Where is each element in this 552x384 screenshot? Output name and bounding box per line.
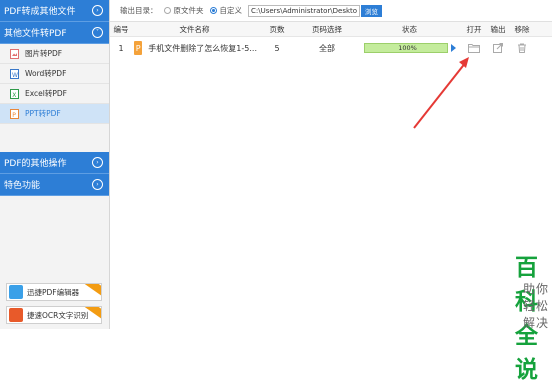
- promo-ocr[interactable]: 捷速OCR文字识别: [6, 306, 102, 324]
- excel-file-icon: X: [10, 88, 19, 99]
- chevron-right-icon: ›: [92, 157, 103, 168]
- radio-custom-label: 自定义: [219, 6, 243, 15]
- sidebar-item-excel-to-pdf[interactable]: X Excel转PDF: [0, 84, 109, 104]
- section-other-to-pdf[interactable]: 其他文件转PDF ˅: [0, 22, 109, 44]
- output-path-input[interactable]: [248, 4, 360, 17]
- sidebar-item-label: PPT转PDF: [25, 109, 61, 118]
- chevron-right-icon: ›: [92, 5, 103, 16]
- ppt-file-icon: P: [10, 108, 19, 119]
- word-file-icon: W: [10, 68, 19, 79]
- corner-badge-icon: [84, 284, 101, 297]
- section-label: PDF的其他操作: [4, 159, 67, 169]
- open-folder-button[interactable]: [462, 43, 486, 53]
- header-page-range: 页码选择: [312, 24, 342, 34]
- promo-label: 捷速OCR文字识别: [27, 310, 89, 320]
- cell-status: 100%: [357, 43, 462, 53]
- export-icon: [493, 43, 503, 53]
- promo-pdf-editor[interactable]: 迅捷PDF编辑器: [6, 283, 102, 301]
- browse-button[interactable]: 浏览: [361, 4, 382, 17]
- remove-button[interactable]: [510, 43, 534, 53]
- pdf-editor-logo-icon: [9, 285, 23, 299]
- ppt-file-icon: P: [134, 41, 143, 55]
- trash-icon: [518, 43, 526, 53]
- table-header: 编号 文件名称 页数 页码选择 状态 打开 输出 移除: [110, 22, 552, 37]
- section-label: 其他文件转PDF: [4, 29, 67, 39]
- sidebar-item-label: Excel转PDF: [25, 89, 67, 98]
- svg-text:P: P: [12, 112, 16, 119]
- section-label: 特色功能: [4, 181, 41, 191]
- chevron-down-icon: ˅: [92, 27, 103, 38]
- svg-text:W: W: [12, 72, 18, 79]
- cell-pages: 5: [274, 43, 280, 53]
- sidebar-item-label: Word转PDF: [25, 69, 67, 78]
- sidebar: PDF转成其他文件 › 其他文件转PDF ˅ 图片转PDF W Word转PDF…: [0, 0, 110, 329]
- sidebar-item-image-to-pdf[interactable]: 图片转PDF: [0, 44, 109, 64]
- sidebar-item-word-to-pdf[interactable]: W Word转PDF: [0, 64, 109, 84]
- progress-bar: 100%: [363, 43, 448, 53]
- section-pdf-other-ops[interactable]: PDF的其他操作 ›: [0, 152, 109, 174]
- section-label: PDF转成其他文件: [4, 7, 76, 17]
- main-panel: 输出目录： 原文件夹 自定义 浏览 编号 文件名称 页数 页码选择 状态 打开 …: [110, 0, 552, 383]
- chevron-right-icon: ›: [92, 179, 103, 190]
- cell-index: 1: [118, 43, 124, 53]
- radio-custom-folder[interactable]: [209, 7, 217, 14]
- filename-text: 手机文件删除了怎么恢复1-5...: [148, 43, 257, 53]
- play-icon[interactable]: [450, 44, 456, 52]
- cell-filename: P 手机文件删除了怎么恢复1-5...: [132, 41, 257, 55]
- svg-text:X: X: [12, 92, 16, 99]
- header-pages: 页数: [269, 24, 285, 34]
- header-index: 编号: [113, 24, 129, 34]
- header-filename: 文件名称: [179, 24, 210, 34]
- section-pdf-to-other[interactable]: PDF转成其他文件 ›: [0, 0, 109, 22]
- sidebar-item-label: 图片转PDF: [25, 49, 63, 58]
- progress-text: 100%: [398, 44, 417, 52]
- output-button[interactable]: [486, 43, 510, 53]
- watermark-subtitle: 助你轻松解决: [523, 282, 550, 330]
- output-toolbar: 输出目录： 原文件夹 自定义 浏览: [110, 0, 552, 22]
- header-output: 输出: [490, 24, 506, 34]
- section-featured[interactable]: 特色功能 ›: [0, 174, 109, 196]
- cell-page-range[interactable]: 全部: [297, 43, 357, 54]
- promo-label: 迅捷PDF编辑器: [27, 287, 80, 297]
- radio-original-label: 原文件夹: [173, 6, 204, 15]
- image-file-icon: [10, 48, 19, 59]
- table-row[interactable]: 1 P 手机文件删除了怎么恢复1-5... 5 全部 100%: [110, 39, 552, 57]
- header-open: 打开: [466, 24, 482, 34]
- header-status: 状态: [402, 24, 417, 34]
- header-remove: 移除: [514, 24, 530, 34]
- ocr-logo-icon: [9, 308, 23, 322]
- radio-original-folder[interactable]: [163, 7, 171, 14]
- output-dir-label: 输出目录：: [120, 6, 158, 15]
- sidebar-item-ppt-to-pdf[interactable]: P PPT转PDF: [0, 104, 109, 124]
- folder-icon: [468, 44, 480, 53]
